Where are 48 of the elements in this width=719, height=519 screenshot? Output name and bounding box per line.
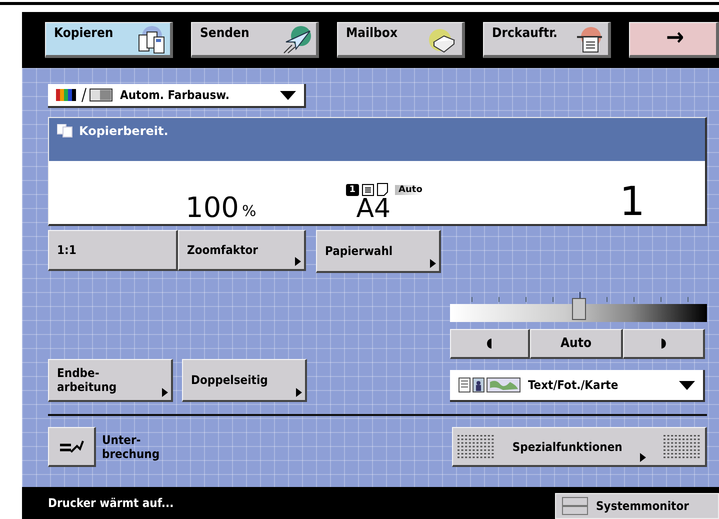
arrow-icon [295,257,301,266]
tray-number: 1 [346,184,359,196]
arrow-icon [162,388,168,397]
zoom-value: 100 [184,194,239,222]
caret-icon [280,90,296,100]
document-photo-map-icon [458,376,522,394]
tab[interactable]: Drckauftr. [483,22,611,58]
tab[interactable]: Mailbox [337,22,465,58]
tab[interactable]: Kopieren [45,22,173,58]
zoom-button[interactable]: Zoomfaktor [178,230,306,271]
special-functions-button[interactable]: Spezialfunktionen [452,427,707,467]
arrow-icon [296,388,302,397]
slider-thumb[interactable] [572,298,586,320]
system-monitor-button[interactable]: Systemmonitor [555,493,719,519]
paper-size: A4 [356,196,391,222]
zoom-unit: % [242,202,256,220]
density-slider[interactable] [450,298,707,322]
paper-mode: Auto [394,184,422,194]
arrow-icon [640,453,646,462]
color-mode-icon [56,88,114,102]
monitor-icon [562,497,588,515]
list-icon [362,184,374,196]
copy-count: 1 [620,182,645,222]
interrupt-icon [58,438,84,454]
paper-button[interactable]: Papierwahl [316,230,441,273]
lighter-button[interactable]: ◖ [450,329,530,359]
same-size-button[interactable]: 1:1 [48,230,178,271]
status-text: Drucker wärmt auf... [48,496,174,510]
auto-button[interactable]: Auto [530,329,623,359]
page-icon [376,183,388,196]
documents-icon [57,124,73,138]
printer-icon [574,26,604,54]
next-tab[interactable]: → [629,22,719,58]
color-mode-dropdown[interactable]: Autom. Farbausw. [48,84,306,108]
caret-icon [679,380,695,390]
status-message: Kopierbereit. [79,124,168,138]
finishing-button[interactable]: Endbe- arbeitung [48,359,173,402]
interrupt-button[interactable] [48,427,96,467]
interrupt-label: Unter- brechung [102,433,160,461]
dot-grid-icon [457,434,495,460]
original-type-dropdown[interactable]: Text/Fot./Karte [450,370,705,402]
darker-button[interactable]: ◗ [623,329,705,359]
tab[interactable]: Senden [191,22,319,58]
arrow-icon [430,259,436,268]
duplex-button[interactable]: Doppelseitig [182,359,307,402]
documents-icon [136,26,166,54]
paper-plane-icon [282,26,312,54]
dot-grid-icon [663,434,701,460]
